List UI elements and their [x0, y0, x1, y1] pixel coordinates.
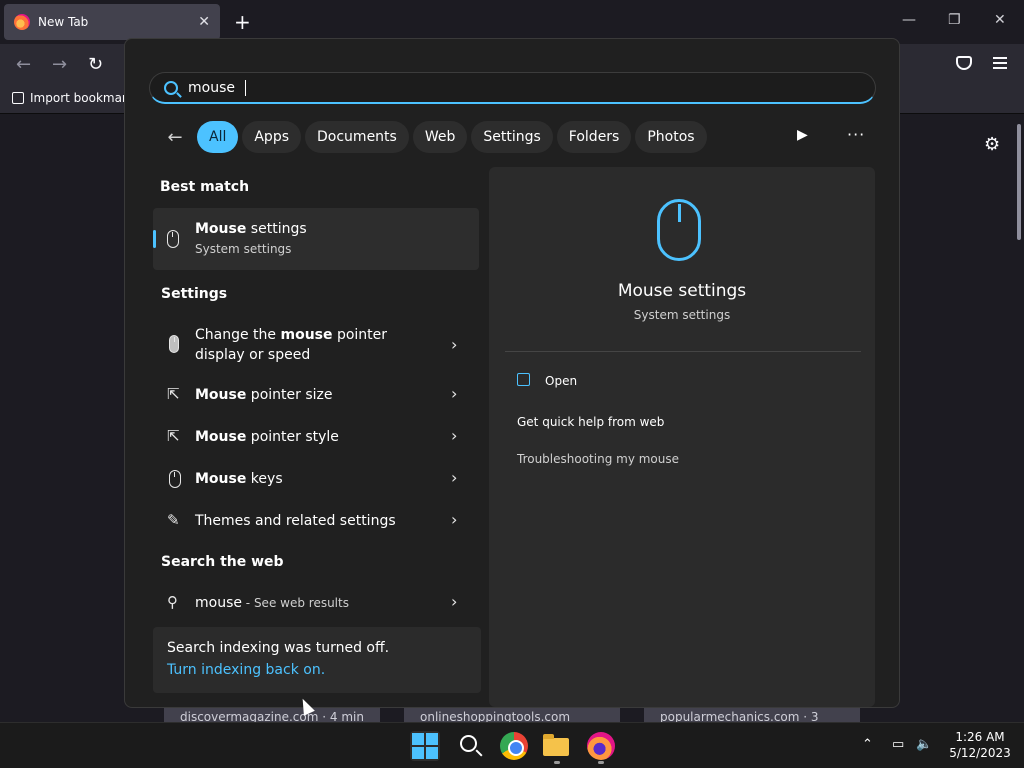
result-preview-pane: Mouse settings System settings Open Get …: [489, 167, 875, 707]
setting-item-label: Themes and related settings: [195, 513, 396, 529]
mouse-icon: [169, 335, 179, 353]
more-options-icon[interactable]: ···: [847, 125, 865, 144]
restore-icon[interactable]: ❐: [948, 12, 961, 28]
mouse-icon: [167, 230, 179, 248]
taskbar: ⌃ ▭ 🔈 1:26 AM 5/12/2023: [0, 722, 1024, 768]
tab-title: New Tab: [38, 15, 89, 29]
running-indicator: [554, 761, 560, 764]
chevron-right-icon: ›: [451, 384, 458, 403]
reload-icon[interactable]: ↻: [88, 56, 103, 74]
tile-popularmechanics[interactable]: popularmechanics.com · 3 min: [644, 708, 860, 722]
filter-photos[interactable]: Photos: [635, 121, 707, 153]
setting-item-themes[interactable]: ✎ Themes and related settings ›: [153, 501, 479, 541]
import-bookmarks-item[interactable]: Import bookmark: [12, 91, 134, 105]
pointer-size-icon: ⇱: [167, 385, 180, 403]
back-arrow-icon[interactable]: ←: [161, 127, 189, 148]
running-indicator: [598, 761, 604, 764]
setting-item-pointer-style[interactable]: ⇱ Mouse pointer style ›: [153, 417, 479, 457]
minimize-icon[interactable]: —: [902, 12, 916, 28]
tile-discovermagazine[interactable]: discovermagazine.com · 4 min: [164, 708, 380, 722]
clock[interactable]: 1:26 AM 5/12/2023: [944, 729, 1016, 761]
open-action[interactable]: Open: [545, 374, 577, 388]
web-result-label: mouse - See web results: [195, 595, 349, 611]
start-icon[interactable]: [410, 731, 440, 761]
setting-item-label: Mouse pointer style: [195, 429, 339, 445]
close-window-icon[interactable]: ✕: [994, 12, 1006, 28]
setting-item-label: Mouse pointer size: [195, 387, 333, 403]
back-arrow-icon[interactable]: ←: [16, 56, 31, 74]
divider: [505, 351, 861, 352]
import-bookmarks-label: Import bookmark: [30, 91, 134, 105]
search-icon: ⚲: [167, 593, 178, 611]
tab-new-tab[interactable]: New Tab ✕: [4, 4, 220, 40]
new-tab-button[interactable]: +: [234, 10, 251, 34]
mouse-icon: [657, 199, 701, 261]
filter-web[interactable]: Web: [412, 121, 468, 153]
indexing-notice: Search indexing was turned off. Turn ind…: [153, 627, 481, 693]
filter-all[interactable]: All: [197, 121, 239, 153]
setting-item-label: Change the mouse pointer display or spee…: [195, 327, 388, 363]
chevron-right-icon: ›: [451, 510, 458, 529]
top-sites-tiles: discovermagazine.com · 4 min onlineshopp…: [164, 708, 864, 722]
turn-indexing-on-link[interactable]: Turn indexing back on.: [167, 662, 325, 678]
tile-onlineshoppingtools[interactable]: onlineshoppingtools.com: [404, 708, 620, 722]
chevron-right-icon: ›: [451, 592, 458, 611]
setting-item-pointer-size[interactable]: ⇱ Mouse pointer size ›: [153, 375, 479, 415]
search-web-heading: Search the web: [161, 554, 284, 570]
firefox-icon[interactable]: [587, 732, 615, 760]
menu-icon[interactable]: [993, 57, 1007, 72]
best-match-subtitle: System settings: [195, 242, 292, 256]
pointer-style-icon: ⇱: [167, 427, 180, 445]
volume-icon[interactable]: 🔈: [916, 737, 932, 752]
setting-item-mouse-keys[interactable]: Mouse keys ›: [153, 459, 479, 499]
quick-help-action[interactable]: Get quick help from web: [517, 415, 664, 429]
mouse-icon: [169, 470, 181, 488]
search-input[interactable]: mouse: [149, 72, 876, 104]
chevron-right-icon: ›: [451, 468, 458, 487]
best-match-item[interactable]: Mouse settings System settings: [153, 208, 479, 270]
preview-title: Mouse settings: [617, 281, 747, 301]
gear-icon[interactable]: ⚙: [984, 134, 1000, 155]
setting-item-label: Mouse keys: [195, 471, 283, 487]
indexing-message: Search indexing was turned off.: [167, 640, 390, 656]
filter-settings[interactable]: Settings: [471, 121, 553, 153]
preview-subtitle: System settings: [633, 308, 731, 322]
search-filters: ← All Apps Documents Web Settings Folder…: [161, 121, 707, 153]
text-caret: [244, 79, 246, 96]
chevron-up-icon[interactable]: ⌃: [862, 737, 873, 752]
import-icon: [12, 92, 24, 104]
filter-documents[interactable]: Documents: [305, 121, 409, 153]
open-external-icon: [517, 373, 530, 386]
best-match-heading: Best match: [160, 179, 250, 195]
chevron-right-icon: ›: [451, 335, 458, 354]
chevron-right-icon: ›: [451, 426, 458, 445]
search-icon: [164, 80, 178, 95]
close-tab-icon[interactable]: ✕: [198, 14, 210, 30]
clock-time: 1:26 AM: [955, 730, 1005, 744]
setting-item-pointer-speed[interactable]: Change the mouse pointer display or spee…: [153, 323, 479, 367]
settings-heading: Settings: [161, 286, 228, 302]
search-query: mouse: [188, 79, 235, 96]
web-result-item[interactable]: ⚲ mouse - See web results ›: [153, 583, 479, 623]
play-icon[interactable]: ▶: [797, 127, 808, 143]
filter-apps[interactable]: Apps: [242, 121, 302, 153]
taskbar-search-icon[interactable]: [458, 732, 486, 760]
filter-folders[interactable]: Folders: [556, 121, 632, 153]
firefox-favicon-icon: [14, 14, 30, 30]
clock-date: 5/12/2023: [949, 746, 1011, 760]
chrome-icon[interactable]: [500, 732, 528, 760]
start-search-panel: mouse ← All Apps Documents Web Settings …: [124, 38, 900, 708]
file-explorer-icon[interactable]: [543, 732, 571, 760]
network-icon[interactable]: ▭: [892, 737, 904, 752]
forward-arrow-icon[interactable]: →: [52, 56, 67, 74]
scrollbar-thumb[interactable]: [1017, 124, 1021, 240]
selection-indicator: [153, 230, 156, 248]
brush-icon: ✎: [167, 511, 180, 529]
best-match-title: Mouse settings: [195, 221, 307, 237]
troubleshooting-link[interactable]: Troubleshooting my mouse: [517, 452, 679, 466]
